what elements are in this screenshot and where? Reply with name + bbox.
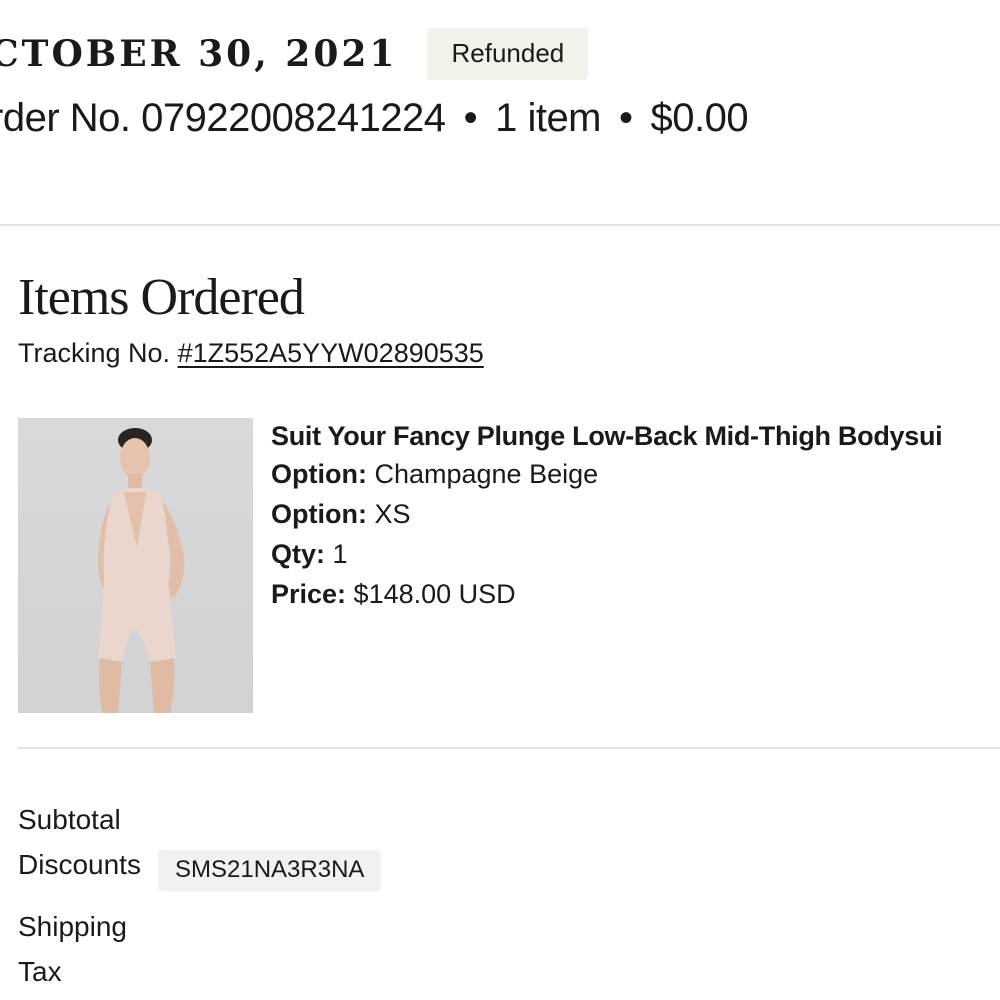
shipping-label: Shipping (18, 911, 127, 942)
section-title: Items Ordered (18, 269, 305, 326)
tracking-number-link[interactable]: #1Z552A5YYW02890535 (178, 338, 484, 368)
order-summary-line: rder No. 07922008241224 • 1 item • $0.00 (0, 96, 749, 141)
divider (0, 224, 1000, 226)
order-header: CTOBER 30, 2021 Refunded (0, 28, 589, 80)
option-size: Option: XS (271, 494, 942, 534)
product-image[interactable] (18, 418, 253, 713)
bodysuit-model-illustration (97, 428, 185, 713)
order-detail-page: CTOBER 30, 2021 Refunded rder No. 079220… (0, 0, 1000, 1000)
tax-label: Tax (18, 956, 62, 987)
order-date: CTOBER 30, 2021 (0, 33, 398, 75)
tracking-info: Tracking No. #1Z552A5YYW02890535 (18, 338, 484, 369)
discount-code-badge: SMS21NA3R3NA (158, 850, 382, 891)
divider (18, 747, 1000, 749)
option-value: Champagne Beige (366, 459, 599, 489)
separator-dot: • (463, 96, 478, 140)
item-count: 1 item (495, 96, 602, 140)
price: Price: $148.00 USD (271, 574, 942, 614)
order-total: $0.00 (650, 96, 749, 140)
qty-value: 1 (325, 539, 348, 569)
option-label: Option: (271, 459, 367, 489)
price-value: $148.00 USD (346, 579, 516, 609)
product-name[interactable]: Suit Your Fancy Plunge Low-Back Mid-Thig… (271, 418, 943, 454)
quantity: Qty: 1 (271, 534, 942, 574)
tracking-label: Tracking No. (18, 338, 178, 368)
status-badge: Refunded (427, 28, 589, 80)
separator-dot: • (619, 96, 633, 140)
discounts-label: Discounts (18, 849, 141, 880)
option-label: Option: (271, 499, 367, 529)
option-value: XS (366, 499, 411, 529)
subtotal-label: Subtotal (18, 804, 121, 835)
product-details: Suit Your Fancy Plunge Low-Back Mid-Thig… (271, 418, 943, 614)
order-number: rder No. 07922008241224 (0, 96, 446, 140)
option-color: Option: Champagne Beige (271, 454, 942, 494)
qty-label: Qty: (271, 539, 325, 569)
price-label: Price: (271, 579, 347, 609)
